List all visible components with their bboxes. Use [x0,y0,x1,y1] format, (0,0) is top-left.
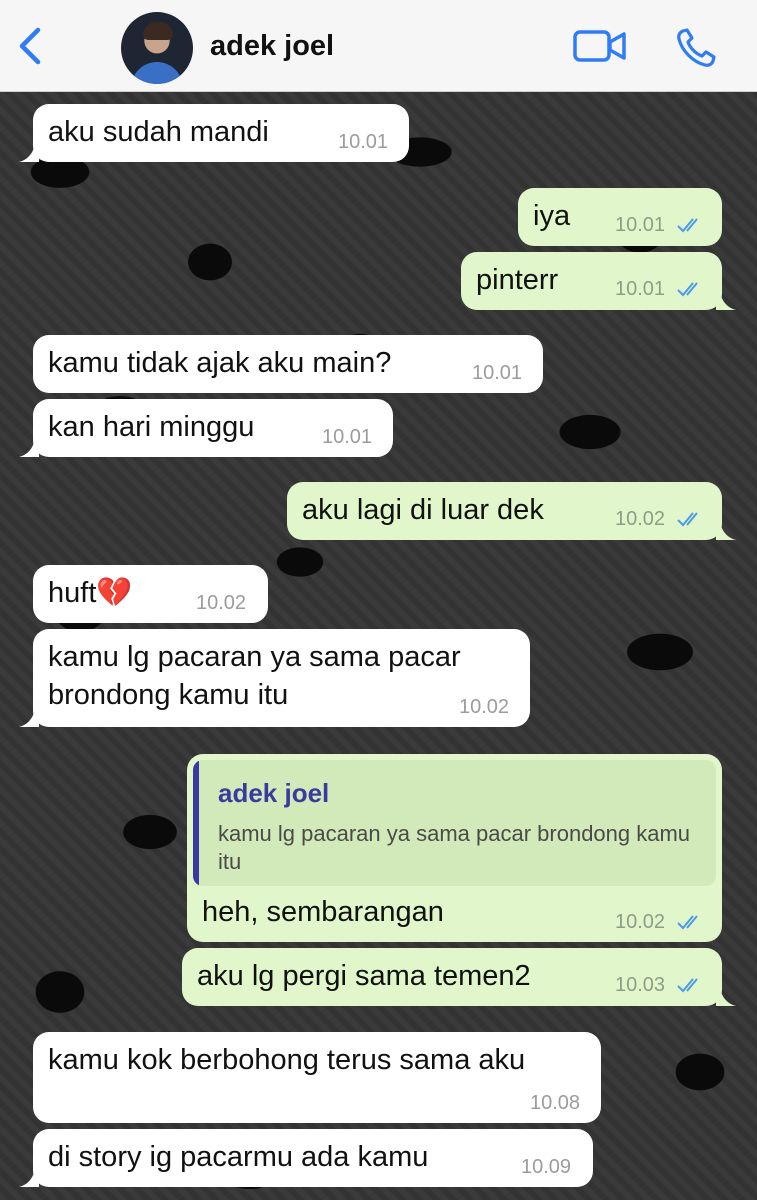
avatar[interactable] [121,12,193,84]
avatar-hair [143,22,173,40]
message-time: 10.02 [196,592,247,614]
message-text: di story ig pacarmu ada kamu [48,1141,429,1173]
message-bubble-incoming[interactable]: kan hari minggu 10.01 [19,399,393,457]
message-text: heh, sembarangan [202,896,444,928]
message-text-line: kamu lg pacaran ya sama pacar [48,641,461,673]
bubble-tail [19,1169,39,1187]
message-text: huft💔 [48,577,133,609]
read-ticks-icon [677,282,698,297]
quoted-sender-name: adek joel [218,778,330,808]
chat-background[interactable]: aku sudah mandi 10.01 iya 10.01 pinterr … [0,92,757,1200]
video-call-icon[interactable] [572,27,628,67]
read-ticks-icon [677,978,698,993]
message-time: 10.09 [521,1156,572,1178]
chat-header: adek joel [0,0,757,92]
message-bubble-incoming[interactable]: huft💔 10.02 [33,565,268,623]
message-text: iya [533,200,571,232]
message-time: 10.08 [530,1092,581,1114]
bubble-tail [716,988,736,1006]
message-text: pinterr [476,264,559,296]
bubble-tail [19,709,39,727]
bubble-tail [19,439,39,457]
message-text: kamu kok berbohong terus sama aku [48,1044,526,1076]
message-time: 10.02 [459,696,510,718]
message-time: 10.01 [322,426,373,448]
message-bubble-outgoing[interactable]: iya 10.01 [518,188,722,246]
message-bubble-incoming[interactable]: kamu kok berbohong terus sama aku 10.08 [33,1032,601,1123]
message-bubble-outgoing[interactable]: aku lagi di luar dek 10.02 [287,482,736,540]
message-time: 10.02 [615,911,666,933]
message-bubble-outgoing[interactable]: aku lg pergi sama temen2 10.03 [182,948,736,1006]
message-text: kamu tidak ajak aku main? [48,347,392,379]
avatar-shirt [131,62,183,84]
message-bubble-incoming[interactable]: aku sudah mandi 10.01 [19,104,409,162]
message-time: 10.03 [615,974,666,996]
message-bubble-outgoing-reply[interactable]: adek joel kamu lg pacaran ya sama pacar … [187,754,722,942]
quoted-text: kamu lg pacaran ya sama pacar brondong k… [218,821,691,874]
message-bubble-incoming[interactable]: kamu tidak ajak aku main? 10.01 [33,335,543,393]
quoted-message[interactable]: adek joel kamu lg pacaran ya sama pacar … [193,760,716,886]
message-bubble-outgoing[interactable]: pinterr 10.01 [461,252,736,310]
quote-accent-bar [193,760,199,886]
contact-name[interactable]: adek joel [210,30,334,63]
bubble-tail [19,144,39,162]
read-ticks-icon [677,915,698,930]
message-text: aku sudah mandi [48,116,269,148]
message-time: 10.02 [615,508,666,530]
message-text: kan hari minggu [48,411,255,443]
chevron-left-icon [19,27,41,65]
bubble-tail [716,522,736,540]
message-time: 10.01 [615,214,666,236]
message-text: aku lg pergi sama temen2 [197,960,531,992]
back-button[interactable] [14,26,48,66]
message-text-line: brondong kamu itu [48,679,289,711]
read-ticks-icon [677,512,698,527]
phone-icon[interactable] [674,26,718,70]
message-time: 10.01 [615,278,666,300]
message-text: aku lagi di luar dek [302,494,544,526]
message-time: 10.01 [472,362,523,384]
message-time: 10.01 [338,131,389,153]
message-bubble-incoming[interactable]: di story ig pacarmu ada kamu 10.09 [19,1129,593,1187]
message-bubble-incoming[interactable]: kamu lg pacaran ya sama pacar brondong k… [19,629,530,727]
bubble-tail [716,292,736,310]
read-ticks-icon [677,218,698,233]
